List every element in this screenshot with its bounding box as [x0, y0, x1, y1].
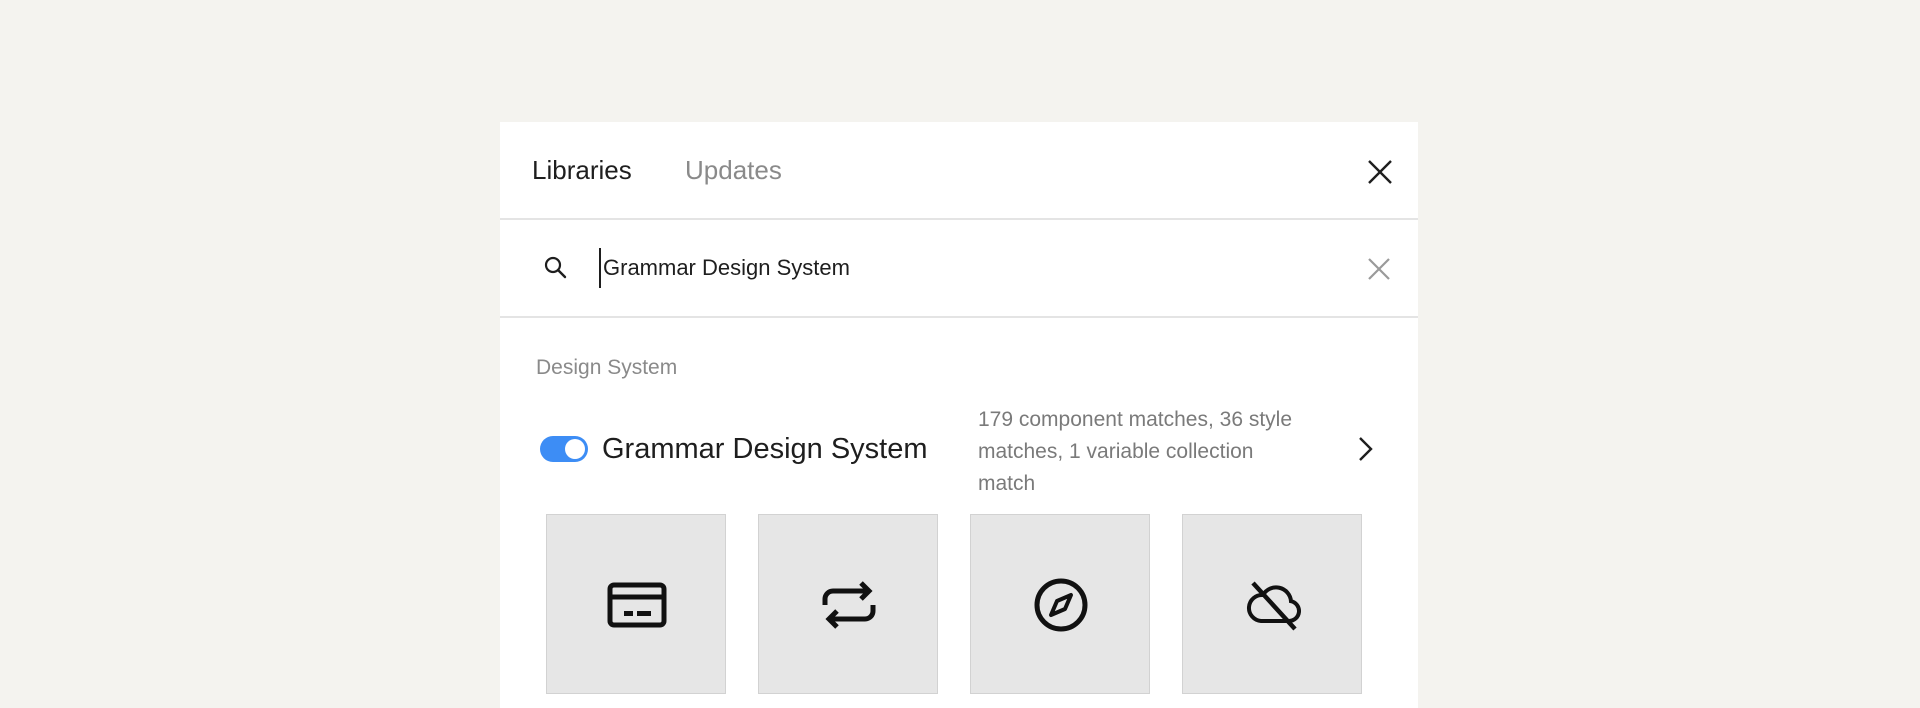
clear-search-button[interactable] — [1364, 254, 1394, 284]
component-tile[interactable] — [970, 514, 1150, 694]
credit-card-icon — [607, 582, 667, 628]
toggle-knob — [565, 439, 585, 459]
tab-updates[interactable]: Updates — [685, 153, 782, 187]
library-row[interactable]: Grammar Design System 179 component matc… — [500, 392, 1418, 502]
component-tile[interactable] — [1182, 514, 1362, 694]
tab-libraries[interactable]: Libraries — [532, 153, 632, 187]
library-matches: 179 component matches, 36 style matches,… — [978, 408, 1293, 495]
component-grid — [546, 514, 1376, 694]
panel-header: Libraries Updates — [500, 122, 1418, 220]
compass-icon — [1034, 578, 1088, 632]
close-button[interactable] — [1360, 152, 1400, 192]
open-library-button[interactable] — [1350, 432, 1380, 466]
library-name: Grammar Design System — [602, 433, 928, 465]
chevron-right-icon — [1359, 437, 1373, 461]
libraries-panel: Libraries Updates Design System — [500, 122, 1418, 708]
repeat-icon — [822, 581, 876, 629]
search-row — [500, 220, 1418, 318]
search-icon — [543, 255, 569, 281]
component-tile[interactable] — [758, 514, 938, 694]
close-icon — [1368, 160, 1392, 184]
section-label: Design System — [536, 356, 678, 379]
cloud-off-icon — [1247, 581, 1301, 631]
search-input[interactable] — [599, 248, 1303, 288]
clear-icon — [1368, 258, 1390, 280]
library-toggle[interactable] — [540, 436, 588, 462]
component-tile[interactable] — [546, 514, 726, 694]
